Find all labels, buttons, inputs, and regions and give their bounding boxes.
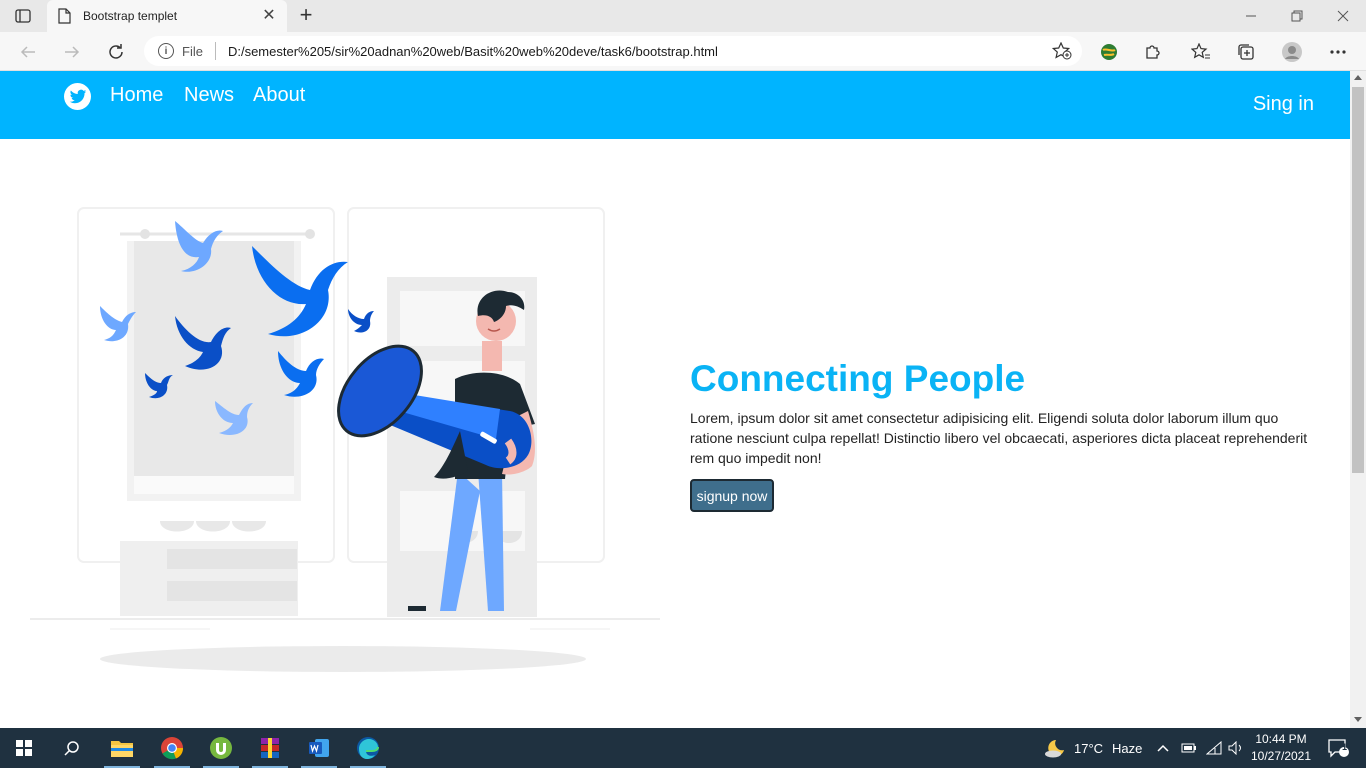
scroll-down-icon[interactable]	[1354, 717, 1362, 722]
word-icon	[309, 739, 329, 757]
utorrent-icon	[210, 737, 232, 759]
chevron-up-icon	[1157, 744, 1169, 752]
moon-cloud-icon	[1045, 740, 1064, 758]
restore-icon	[1291, 10, 1303, 22]
winrar-button[interactable]	[250, 728, 290, 768]
chrome-button[interactable]	[152, 728, 192, 768]
weather-description[interactable]: Haze	[1112, 741, 1142, 756]
windows-logo-icon	[16, 740, 32, 756]
notification-count: 1	[1342, 742, 1348, 752]
collections-icon	[1238, 44, 1254, 60]
winrar-icon	[261, 738, 279, 758]
web-page: Home News About Sing in Connecting Peopl…	[0, 71, 1350, 728]
back-arrow-icon	[20, 46, 35, 58]
hero-illustration	[30, 207, 660, 672]
nav-news-link[interactable]: News	[184, 84, 234, 107]
window-controls	[1228, 0, 1366, 32]
scroll-up-icon[interactable]	[1354, 75, 1362, 80]
utorrent-button[interactable]	[201, 728, 241, 768]
start-button[interactable]	[4, 728, 44, 768]
restore-button[interactable]	[1274, 0, 1320, 32]
site-info-icon[interactable]: i	[158, 43, 174, 59]
tab-title: Bootstrap templet	[83, 9, 178, 23]
address-bar[interactable]: i File D:/semester%205/sir%20adnan%20web…	[144, 36, 1082, 66]
clock-time: 10:44 PM	[1255, 732, 1307, 746]
document-icon	[58, 8, 71, 24]
refresh-icon	[109, 44, 123, 59]
scheme-label: File	[182, 43, 203, 59]
scroll-thumb[interactable]	[1352, 87, 1364, 473]
favorites-icon	[1191, 43, 1210, 59]
browser-tab[interactable]: Bootstrap templet ✕	[47, 0, 287, 32]
forward-button[interactable]	[60, 40, 84, 64]
add-favorite-icon[interactable]	[1052, 42, 1072, 60]
url-text[interactable]: D:/semester%205/sir%20adnan%20web/Basit%…	[228, 44, 718, 59]
edge-icon	[357, 737, 379, 759]
new-tab-button[interactable]: +	[294, 4, 318, 28]
extension-icon[interactable]	[1098, 41, 1120, 63]
refresh-button[interactable]	[104, 40, 128, 64]
hero-title: Connecting People	[690, 358, 1026, 399]
favorites-button[interactable]	[1190, 41, 1212, 63]
nav-about-link[interactable]: About	[253, 84, 305, 107]
word-button[interactable]	[299, 728, 339, 768]
close-window-button[interactable]	[1320, 0, 1366, 32]
minimize-button[interactable]	[1228, 0, 1274, 32]
browser-tab-bar: Bootstrap templet ✕ +	[0, 0, 1366, 32]
hero-description: Lorem, ipsum dolor sit amet consectetur …	[690, 410, 1308, 466]
close-icon	[1337, 10, 1349, 22]
twitter-bird-icon	[69, 89, 86, 103]
speaker-icon	[1228, 741, 1241, 755]
signin-link[interactable]: Sing in	[1253, 93, 1314, 116]
address-divider	[214, 42, 216, 60]
nav-home-link[interactable]: Home	[110, 84, 163, 107]
page-scrollbar[interactable]	[1350, 71, 1366, 728]
weather-button[interactable]	[1035, 728, 1075, 768]
tab-close-button[interactable]: ✕	[261, 8, 277, 24]
avatar-icon	[1282, 42, 1302, 62]
search-icon	[64, 741, 79, 756]
notifications-button[interactable]: 1	[1318, 728, 1358, 768]
search-button[interactable]	[52, 728, 92, 768]
chrome-icon	[161, 737, 184, 760]
globe-extension-icon	[1101, 44, 1117, 60]
collections-button[interactable]	[1235, 41, 1257, 63]
file-explorer-button[interactable]	[102, 728, 142, 768]
site-navbar: Home News About Sing in	[0, 71, 1350, 139]
signup-button[interactable]: signup now	[690, 479, 774, 512]
settings-menu-button[interactable]	[1327, 41, 1349, 63]
tab-actions-icon	[15, 9, 31, 23]
back-button[interactable]	[16, 40, 40, 64]
folder-icon	[111, 741, 133, 757]
tab-actions-button[interactable]	[12, 6, 34, 26]
extensions-button[interactable]	[1142, 41, 1164, 63]
puzzle-icon	[1146, 45, 1160, 59]
more-icon	[1330, 50, 1346, 54]
forward-arrow-icon	[65, 46, 80, 58]
clock-date: 10/27/2021	[1250, 749, 1312, 763]
weather-temperature[interactable]: 17°C	[1074, 741, 1103, 756]
twitter-logo[interactable]	[64, 83, 91, 110]
battery-icon	[1181, 743, 1196, 753]
profile-button[interactable]	[1281, 41, 1303, 63]
minimize-icon	[1246, 15, 1256, 17]
system-clock[interactable]: 10:44 PM 10/27/2021	[1248, 731, 1314, 765]
windows-taskbar: 17°C Haze 10:44 PM 10/27/2021 1	[0, 728, 1366, 768]
edge-button[interactable]	[348, 728, 388, 768]
